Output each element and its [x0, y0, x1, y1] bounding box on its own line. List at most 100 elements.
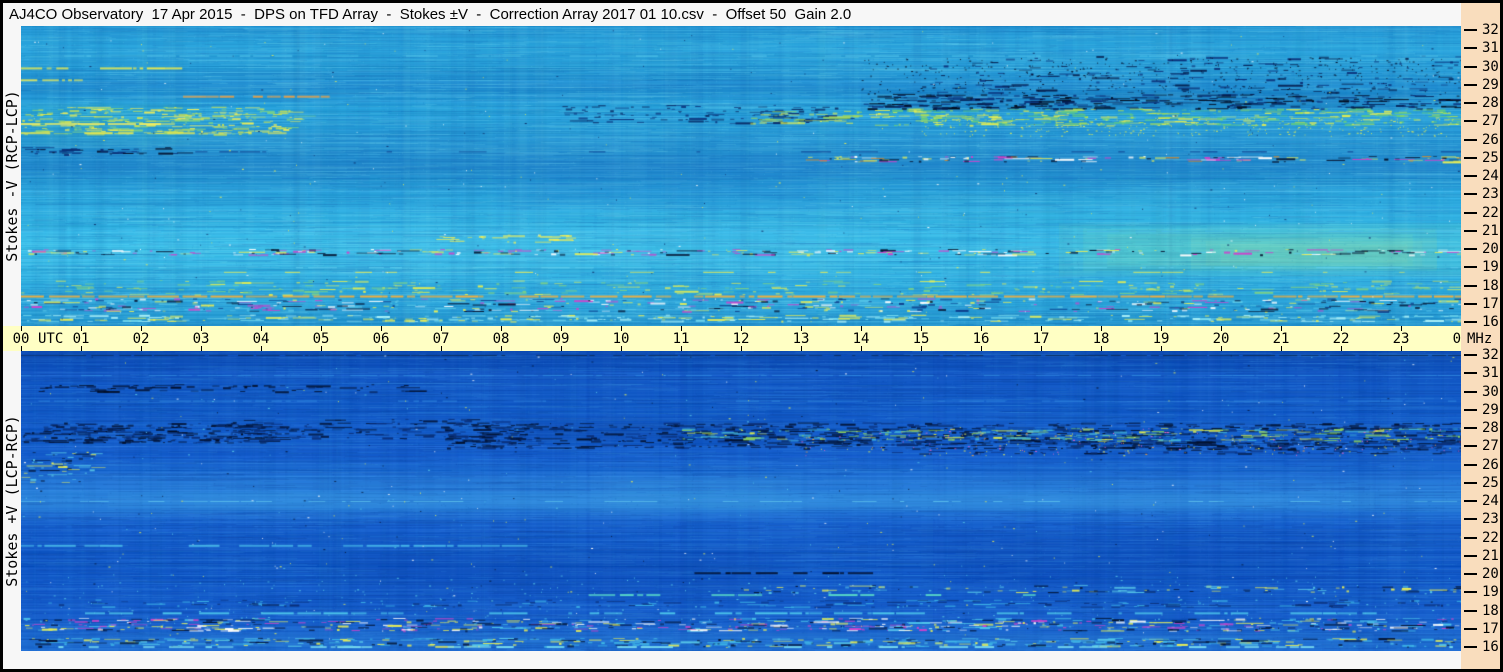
bottom-panel-axis-label: Stokes +V (LCP-RCP)	[3, 415, 21, 587]
freq-label: 17	[1482, 295, 1499, 312]
freq-label: 18	[1482, 277, 1499, 294]
freq-label: 27	[1482, 438, 1499, 455]
freq-label: 19	[1482, 584, 1499, 601]
freq-tick	[1464, 554, 1477, 557]
time-label: 17	[1032, 331, 1050, 347]
freq-label: 22	[1482, 529, 1499, 546]
freq-tick	[1464, 390, 1477, 393]
freq-tick	[1464, 354, 1477, 356]
freq-label: 25	[1482, 474, 1499, 491]
time-label: 20	[1212, 331, 1230, 347]
freq-tick	[1464, 481, 1477, 484]
freq-tick	[1464, 102, 1477, 104]
freq-tick	[1464, 302, 1477, 305]
time-label: 04	[252, 331, 270, 347]
time-label: 12	[732, 331, 750, 347]
time-label: 16	[972, 331, 990, 347]
page-title: AJ4CO Observatory 17 Apr 2015 - DPS on T…	[9, 6, 852, 23]
time-label: 07	[432, 331, 450, 347]
freq-label: 32	[1482, 347, 1499, 363]
freq-label: 17	[1482, 620, 1499, 637]
freq-tick	[1464, 193, 1477, 196]
freq-label: 21	[1482, 222, 1499, 239]
freq-tick	[1464, 518, 1477, 521]
freq-tick	[1464, 47, 1477, 50]
freq-label: 28	[1482, 95, 1499, 111]
freq-label: 31	[1482, 40, 1499, 57]
time-label: 02	[132, 331, 150, 347]
observatory-spectrogram-window: AJ4CO Observatory 17 Apr 2015 - DPS on T…	[0, 0, 1503, 672]
freq-label: 24	[1482, 493, 1499, 509]
freq-label: 19	[1482, 259, 1499, 276]
freq-tick	[1464, 120, 1477, 123]
freq-tick	[1464, 175, 1477, 177]
bottom-margin-strip	[3, 651, 1461, 669]
stokes-plus-v-spectrogram	[21, 351, 1461, 651]
freq-label: 25	[1482, 149, 1499, 166]
freq-tick	[1464, 321, 1477, 323]
freq-label: 30	[1482, 58, 1499, 75]
freq-tick	[1464, 408, 1477, 411]
freq-tick	[1464, 156, 1477, 159]
freq-tick	[1464, 445, 1477, 448]
freq-label: 18	[1482, 602, 1499, 619]
freq-tick	[1464, 211, 1477, 214]
time-label: 18	[1092, 331, 1110, 347]
freq-label: 28	[1482, 420, 1499, 436]
freq-tick	[1464, 248, 1477, 250]
time-label: 15	[912, 331, 930, 347]
time-label: 19	[1152, 331, 1170, 347]
time-axis: UTC 00 01 02 03 04 05 06 07 08 09 10 11 12 13 14 15 16 17…	[3, 326, 1469, 351]
time-label: 22	[1332, 331, 1350, 347]
freq-tick	[1464, 427, 1477, 429]
freq-label: 26	[1482, 131, 1499, 148]
time-label: 21	[1272, 331, 1290, 347]
freq-label: 22	[1482, 204, 1499, 221]
time-label: 10	[612, 331, 630, 347]
top-panel-axis-label: Stokes -V (RCP-LCP)	[3, 90, 21, 262]
time-label: 08	[492, 331, 510, 347]
frequency-axis-unit-mhz: MHz	[1467, 331, 1493, 347]
freq-label: 30	[1482, 383, 1499, 400]
freq-label: 31	[1482, 365, 1499, 382]
freq-tick	[1464, 463, 1477, 466]
freq-tick	[1464, 609, 1477, 612]
freq-label: 23	[1482, 511, 1499, 528]
freq-tick	[1464, 229, 1477, 232]
freq-tick	[1464, 83, 1477, 86]
freq-label: 29	[1482, 76, 1499, 93]
freq-label: 20	[1482, 566, 1499, 582]
freq-label: 24	[1482, 168, 1499, 184]
freq-label: 27	[1482, 113, 1499, 130]
time-label: 09	[552, 331, 570, 347]
freq-label: 29	[1482, 401, 1499, 418]
freq-tick	[1464, 500, 1477, 502]
stokes-minus-v-spectrogram	[21, 26, 1461, 326]
freq-label: 16	[1482, 314, 1499, 330]
freq-tick	[1464, 573, 1477, 575]
freq-label: 26	[1482, 456, 1499, 473]
freq-tick	[1464, 284, 1477, 287]
freq-tick	[1464, 266, 1477, 269]
frequency-axis-column: MHz 32 31 30 29 28 27 26 25 24 23 22 21 20 19 18 17 16 32…	[1461, 3, 1500, 669]
time-label: 13	[792, 331, 810, 347]
freq-label: 16	[1482, 639, 1499, 655]
freq-label: 20	[1482, 241, 1499, 257]
time-label: 06	[372, 331, 390, 347]
freq-label: 21	[1482, 547, 1499, 564]
time-axis-unit-utc: UTC	[38, 331, 64, 347]
time-label: 00	[12, 331, 30, 347]
time-label: 14	[852, 331, 870, 347]
time-label: 05	[312, 331, 330, 347]
freq-tick	[1464, 65, 1477, 68]
freq-label: 32	[1482, 22, 1499, 38]
freq-tick	[1464, 138, 1477, 141]
freq-tick	[1464, 646, 1477, 648]
time-label: 01	[72, 331, 90, 347]
freq-tick	[1464, 29, 1477, 31]
time-label: 23	[1392, 331, 1410, 347]
time-label: 11	[672, 331, 690, 347]
freq-tick	[1464, 591, 1477, 594]
freq-tick	[1464, 627, 1477, 630]
freq-label: 23	[1482, 186, 1499, 203]
